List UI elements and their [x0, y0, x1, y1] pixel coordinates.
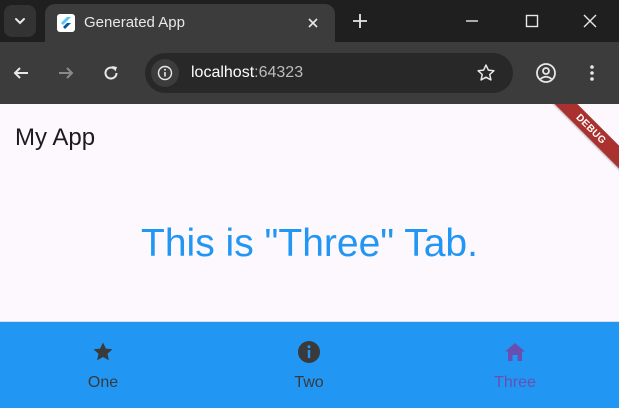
star-outline-icon	[477, 64, 495, 81]
app-viewport: My App DEBUG This is "Three" Tab. One Tw…	[0, 104, 619, 408]
debug-banner: DEBUG	[542, 104, 619, 178]
plus-icon	[353, 14, 367, 28]
arrow-left-icon	[13, 67, 28, 79]
account-icon	[536, 63, 556, 83]
browser-toolbar: localhost:64323	[0, 42, 619, 104]
url-host: localhost	[191, 64, 255, 81]
address-bar[interactable]: localhost:64323	[145, 53, 513, 93]
reload-icon	[104, 66, 118, 80]
nav-item-one[interactable]: One	[0, 322, 206, 408]
nav-item-label: Two	[294, 374, 324, 391]
nav-item-two[interactable]: Two	[206, 322, 412, 408]
home-icon	[505, 343, 525, 361]
nav-item-label: Three	[494, 374, 536, 391]
reload-button[interactable]	[97, 59, 125, 87]
info-icon	[298, 341, 320, 363]
flutter-logo-icon	[57, 14, 75, 32]
tab-search-button[interactable]	[4, 5, 36, 37]
close-icon	[583, 14, 597, 28]
star-icon	[93, 342, 113, 361]
tab-title: Generated App	[84, 14, 185, 31]
close-tab-button[interactable]	[303, 13, 323, 33]
url-port: :64323	[254, 64, 304, 81]
minimize-icon	[466, 20, 478, 22]
nav-item-three[interactable]: Three	[412, 322, 618, 408]
minimize-button[interactable]	[457, 6, 487, 36]
debug-banner-label: DEBUG	[573, 111, 609, 147]
app-bar-title: My App	[15, 124, 96, 151]
browser-tab-strip: Generated App	[0, 0, 619, 42]
profile-button[interactable]	[532, 59, 560, 87]
url-text: localhost:64323	[191, 64, 303, 82]
maximize-icon	[525, 14, 539, 28]
info-icon	[157, 65, 173, 81]
bottom-navigation-bar: One Two Three	[0, 321, 619, 408]
bookmark-button[interactable]	[475, 62, 497, 84]
back-button[interactable]	[7, 59, 35, 87]
browser-tab[interactable]: Generated App	[45, 4, 335, 42]
arrow-right-icon	[59, 67, 74, 79]
new-tab-button[interactable]	[348, 9, 372, 33]
tab-content-text: This is "Three" Tab.	[141, 222, 478, 265]
browser-menu-button[interactable]	[578, 59, 606, 87]
maximize-button[interactable]	[517, 6, 547, 36]
nav-item-label: One	[87, 374, 119, 391]
forward-button[interactable]	[52, 59, 80, 87]
close-window-button[interactable]	[575, 6, 605, 36]
site-info-button[interactable]	[151, 59, 179, 87]
close-icon	[308, 18, 318, 28]
chevron-down-icon	[15, 18, 25, 25]
more-vert-icon	[590, 65, 594, 81]
